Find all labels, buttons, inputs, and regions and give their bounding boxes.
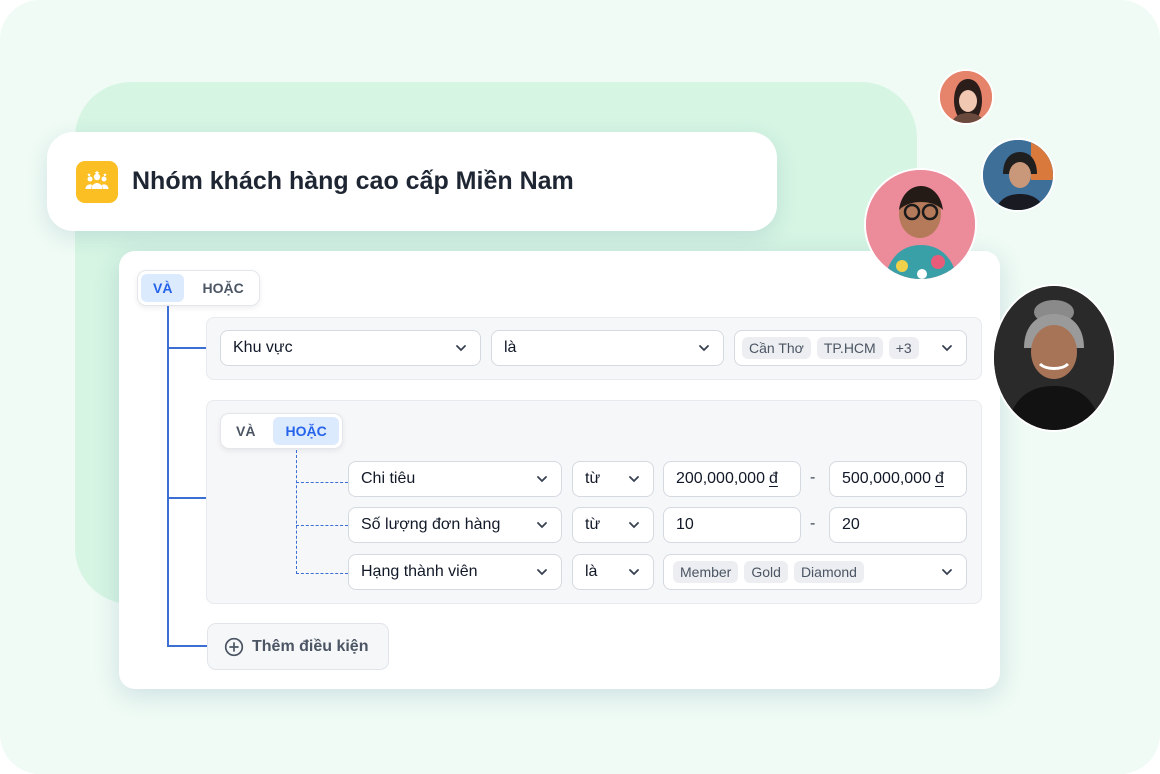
value-chip: Gold [744, 561, 788, 583]
nested-or-option[interactable]: HOẶC [273, 417, 339, 445]
add-condition-label: Thêm điều kiện [252, 637, 369, 655]
tier-field-select[interactable]: Hạng thành viên [348, 554, 562, 590]
spend-operator-value: từ [585, 470, 601, 487]
region-field-select[interactable]: Khu vực [220, 330, 481, 366]
tier-field-value: Hạng thành viên [361, 563, 478, 580]
chevron-down-icon [537, 569, 547, 576]
orders-field-value: Số lượng đơn hàng [361, 516, 501, 533]
range-separator: - [810, 515, 816, 532]
spend-to-input[interactable]: 500,000,000 đ [829, 461, 967, 497]
connector-branch-region [167, 347, 207, 349]
currency-symbol: đ [934, 470, 944, 487]
root-logic-toggle[interactable]: VÀ HOẶC [137, 270, 260, 306]
connector-branch-orders [296, 525, 348, 526]
connector-branch-tier [296, 573, 348, 574]
chevron-down-icon [456, 345, 466, 352]
avatar [981, 138, 1055, 212]
region-values-multiselect[interactable]: Cần Thơ TP.HCM +3 [734, 330, 967, 366]
region-operator-select[interactable]: là [491, 330, 724, 366]
value-chip: Member [673, 561, 739, 583]
orders-to-value: 20 [842, 516, 860, 533]
value-chip: Diamond [793, 561, 864, 583]
root-connector-line [167, 306, 169, 646]
chevron-down-icon [629, 522, 639, 529]
connector-branch-group [167, 497, 207, 499]
spend-field-value: Chi tiêu [361, 470, 416, 487]
connector-branch-spend [296, 482, 348, 483]
value-chip: TP.HCM [816, 337, 883, 359]
region-operator-value: là [504, 339, 517, 356]
chevron-down-icon [629, 569, 639, 576]
connector-branch-add [167, 645, 207, 647]
spend-from-input[interactable]: 200,000,000 đ [663, 461, 801, 497]
tier-operator-select[interactable]: là [572, 554, 654, 590]
nested-connector-line [296, 450, 297, 574]
orders-field-select[interactable]: Số lượng đơn hàng [348, 507, 562, 543]
segment-title-card: Nhóm khách hàng cao cấp Miền Nam [47, 132, 777, 231]
segment-title: Nhóm khách hàng cao cấp Miền Nam [132, 167, 574, 195]
chevron-down-icon [537, 476, 547, 483]
chevron-down-icon [537, 522, 547, 529]
spend-to-value: 500,000,000 [842, 470, 931, 487]
orders-operator-select[interactable]: từ [572, 507, 654, 543]
spend-from-value: 200,000,000 [676, 470, 765, 487]
chevron-down-icon [942, 569, 952, 576]
orders-operator-value: từ [585, 516, 601, 533]
spend-field-select[interactable]: Chi tiêu [348, 461, 562, 497]
chevron-down-icon [629, 476, 639, 483]
avatar [864, 168, 977, 281]
orders-to-input[interactable]: 20 [829, 507, 967, 543]
avatar [938, 69, 994, 125]
chevron-down-icon [699, 345, 709, 352]
add-condition-button[interactable]: Thêm điều kiện [207, 623, 389, 670]
more-values-chip[interactable]: +3 [888, 337, 919, 359]
orders-from-value: 10 [676, 516, 694, 533]
range-separator: - [810, 469, 816, 486]
orders-from-input[interactable]: 10 [663, 507, 801, 543]
plus-circle-icon [224, 637, 244, 656]
region-field-value: Khu vực [233, 339, 293, 356]
nested-and-option[interactable]: VÀ [224, 417, 267, 445]
users-group-icon [76, 160, 118, 203]
tier-values-multiselect[interactable]: Member Gold Diamond [663, 554, 967, 590]
region-value-chips: Cần Thơ TP.HCM +3 [742, 337, 940, 359]
tier-operator-value: là [585, 563, 598, 580]
spend-operator-select[interactable]: từ [572, 461, 654, 497]
value-chip: Cần Thơ [742, 337, 811, 359]
tier-value-chips: Member Gold Diamond [673, 561, 940, 583]
root-or-option[interactable]: HOẶC [190, 274, 255, 302]
nested-logic-toggle[interactable]: VÀ HOẶC [220, 413, 343, 449]
currency-symbol: đ [768, 470, 778, 487]
avatar [992, 284, 1116, 432]
chevron-down-icon [942, 345, 952, 352]
root-and-option[interactable]: VÀ [141, 274, 185, 302]
